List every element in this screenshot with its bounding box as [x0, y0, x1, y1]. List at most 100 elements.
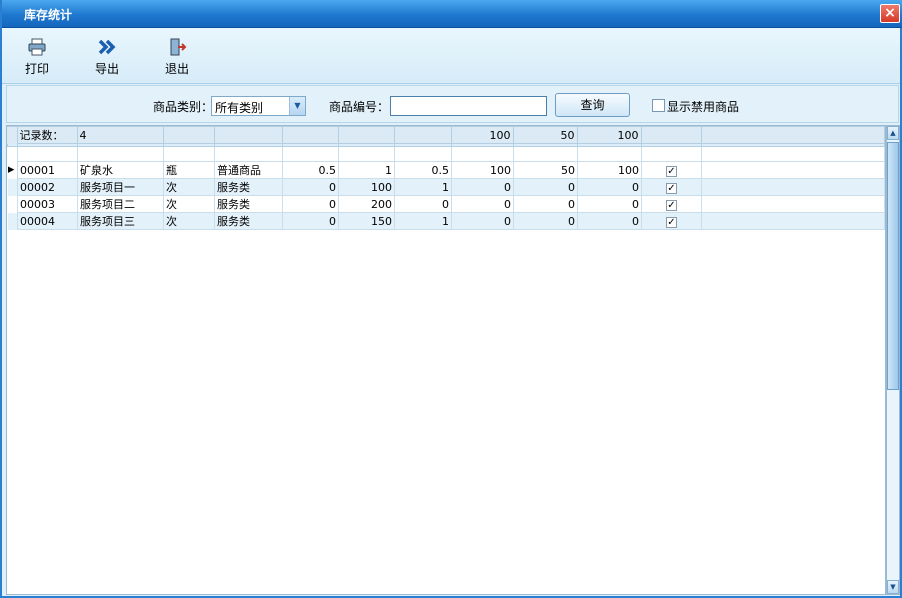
table-cell: 服务类 [214, 195, 283, 213]
table-cell: 0 [282, 212, 339, 230]
table-cell: 0.5 [282, 161, 339, 179]
filter-cell[interactable] [701, 146, 885, 162]
table-cell: 服务类 [214, 178, 283, 196]
print-label: 打印 [24, 62, 49, 76]
filter-cell[interactable] [338, 146, 395, 162]
stock-total: 100 [450, 126, 514, 144]
double-chevron-right-icon [98, 39, 116, 55]
enabled-checkbox[interactable]: ✓ [666, 216, 677, 228]
filter-row[interactable] [8, 146, 885, 162]
filter-cell[interactable] [513, 146, 578, 162]
table-cell: 0 [577, 178, 642, 196]
table-cell: 矿泉水 [77, 161, 164, 179]
category-value: 所有类别 [215, 101, 264, 115]
table-cell: 服务项目二 [77, 195, 164, 213]
table-row[interactable]: 00003 服务项目二次服务类 0 200 0 0 0 0 ✓ [8, 195, 885, 213]
filter-bar: 商品类别： 所有类别 ▼ 商品编号： 查询 显示禁用商品 [6, 85, 899, 123]
exit-door-icon [170, 38, 187, 56]
vertical-scrollbar[interactable]: ▲ ▼ [886, 125, 900, 595]
show-disabled-checkbox[interactable] [652, 99, 665, 112]
export-button[interactable]: 导出 [82, 38, 132, 77]
enabled-checkbox[interactable]: ✓ [666, 199, 677, 211]
table-cell: 0.5 [394, 161, 452, 179]
cost-total: 50 [512, 126, 578, 144]
table-cell: 0 [451, 195, 514, 213]
table-cell: 0 [451, 212, 514, 230]
show-disabled-label: 显示禁用商品 [667, 100, 740, 114]
filter-cell[interactable] [394, 146, 452, 162]
table-cell: 0 [513, 195, 578, 213]
scroll-up-icon[interactable]: ▲ [887, 126, 899, 140]
table-cell: 服务项目一 [77, 178, 164, 196]
table-cell: 次 [163, 178, 215, 196]
exit-label: 退出 [164, 62, 189, 76]
cell-enabled[interactable]: ✓ [641, 195, 702, 213]
filter-cell[interactable] [577, 146, 642, 162]
window-title: 库存统计 [24, 8, 73, 22]
table-row[interactable]: 00004 服务项目三次服务类 0 150 1 0 0 0 ✓ [7, 212, 885, 230]
table-cell: 0 [577, 195, 642, 213]
table-cell: 0 [282, 178, 339, 196]
table-cell [701, 178, 885, 196]
table-cell: 次 [163, 212, 215, 230]
table-cell: 100 [338, 178, 395, 196]
table-cell: 次 [163, 195, 215, 213]
print-button[interactable]: 打印 [12, 38, 62, 77]
table-cell: 0 [282, 195, 339, 213]
sale-total: 100 [576, 126, 642, 144]
close-button[interactable]: × [880, 4, 900, 23]
table-cell: 0 [451, 178, 514, 196]
chevron-down-icon: ▼ [289, 97, 305, 115]
scroll-down-icon[interactable]: ▼ [887, 580, 899, 594]
record-count-label: 记录数： [16, 126, 78, 144]
table-cell: 0 [513, 178, 578, 196]
cell-enabled[interactable]: ✓ [641, 212, 702, 230]
code-label: 商品编号： [329, 100, 390, 114]
printer-icon [28, 38, 46, 56]
filter-cell[interactable] [214, 146, 283, 162]
table-cell [701, 161, 885, 179]
title-bar: 库存统计 × [2, 0, 902, 28]
record-count-value: 4 [76, 126, 164, 144]
table-cell: 瓶 [163, 161, 215, 179]
toolbar: 打印 导出 退出 [2, 28, 900, 84]
table-cell: 00001 [17, 161, 78, 179]
summary-row: 记录数： 4 100 50 100 [7, 126, 885, 144]
enabled-checkbox[interactable]: ✓ [666, 182, 677, 194]
table-cell: 150 [338, 212, 395, 230]
query-button[interactable]: 查询 [555, 93, 630, 117]
enabled-checkbox[interactable]: ✓ [666, 165, 677, 177]
table-row[interactable]: 00002 服务项目一次服务类 0 100 1 0 0 0 ✓ [7, 178, 885, 196]
table-cell: 0 [394, 195, 452, 213]
table-cell: 100 [577, 161, 642, 179]
table-cell: 200 [338, 195, 395, 213]
product-code-input[interactable] [390, 96, 547, 116]
filter-cell[interactable] [77, 146, 164, 162]
filter-cell[interactable] [17, 146, 78, 162]
table-cell: 0 [577, 212, 642, 230]
table-row[interactable]: ▶ 00001 矿泉水瓶普通商品 0.5 1 0.5 100 50 100 ✓ [8, 161, 885, 179]
table-cell: 00004 [17, 212, 78, 230]
table-cell: 1 [338, 161, 395, 179]
filter-cell[interactable] [451, 146, 514, 162]
scroll-thumb[interactable] [887, 142, 899, 390]
filter-cell[interactable] [641, 146, 702, 162]
table-cell: 50 [513, 161, 578, 179]
table-cell: 1 [394, 212, 452, 230]
exit-button[interactable]: 退出 [152, 38, 202, 77]
table-cell: 服务类 [214, 212, 283, 230]
export-label: 导出 [94, 62, 119, 76]
table-cell: 普通商品 [214, 161, 283, 179]
table-cell: 100 [451, 161, 514, 179]
filter-cell[interactable] [282, 146, 339, 162]
filter-cell[interactable] [163, 146, 215, 162]
cell-enabled[interactable]: ✓ [641, 161, 702, 179]
table-cell [701, 212, 885, 230]
cell-enabled[interactable]: ✓ [641, 178, 702, 196]
inventory-table: 商品编号商品名称单位商品类别进价售价成本价库存数量成本总价销售总价是否可用备注 … [6, 125, 886, 595]
table-cell: 1 [394, 178, 452, 196]
table-cell [701, 195, 885, 213]
table-cell: 00002 [17, 178, 78, 196]
inventory-stats-window: 库存统计 × 打印 导出 退出 商品类别： 所有类别 ▼ 商品编号： 查询 显示… [0, 0, 902, 598]
category-select[interactable]: 所有类别 ▼ [211, 96, 306, 116]
